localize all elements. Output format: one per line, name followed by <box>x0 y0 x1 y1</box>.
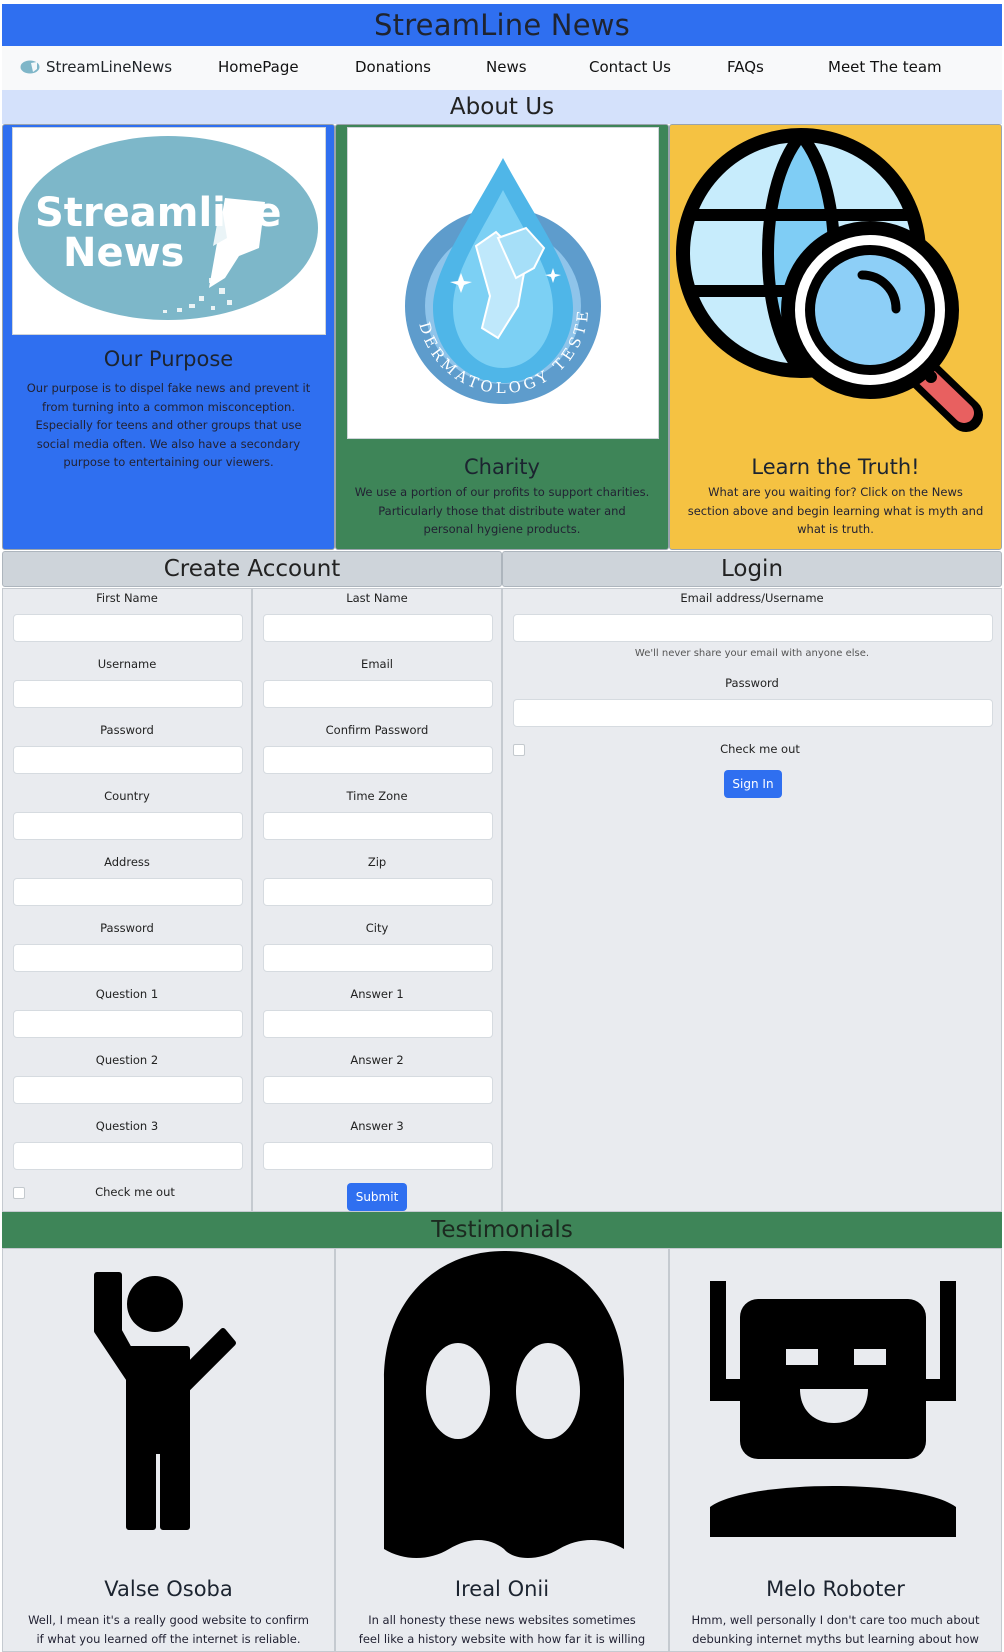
answer-1-label: Answer 1 <box>350 987 404 1001</box>
site-banner: StreamLine News <box>2 4 1002 46</box>
about-card-truth: Learn the Truth! What are you waiting fo… <box>669 124 1002 550</box>
truth-title: Learn the Truth! <box>751 455 920 479</box>
testimonial-card-2: Ireal Onii In all honesty these news web… <box>335 1248 669 1652</box>
site-title: StreamLine News <box>374 8 630 42</box>
last-name-label: Last Name <box>346 591 408 605</box>
nav-link-contact-us[interactable]: Contact Us <box>589 58 671 76</box>
testimonial-3-name: Melo Roboter <box>766 1577 905 1601</box>
charity-text: We use a portion of our profits to suppo… <box>354 485 650 536</box>
email-field[interactable] <box>263 680 493 708</box>
create-account-left-column: First Name Username Password Country Add… <box>2 588 252 1212</box>
question-1-field[interactable] <box>13 1010 243 1038</box>
about-heading: About Us <box>449 94 555 120</box>
zip-field[interactable] <box>263 878 493 906</box>
login-checkbox-label: Check me out <box>720 742 800 756</box>
time-zone-field[interactable] <box>263 812 493 840</box>
question-3-label: Question 3 <box>95 1119 159 1133</box>
submit-button[interactable]: Submit <box>347 1183 407 1211</box>
question-3-field[interactable] <box>13 1142 243 1170</box>
about-heading-bar: About Us <box>2 90 1002 124</box>
person-waving-icon <box>94 1272 236 1530</box>
first-name-field[interactable] <box>13 614 243 642</box>
email-label: Email <box>361 657 393 671</box>
question-2-field[interactable] <box>13 1076 243 1104</box>
question-2-label: Question 2 <box>95 1053 159 1067</box>
testimonial-3-text: Hmm, well personally I don't care too mu… <box>691 1613 980 1652</box>
testimonials-heading: Testimonials <box>431 1217 573 1243</box>
navbar-brand[interactable]: StreamLineNews <box>20 58 172 76</box>
username-label: Username <box>97 657 157 671</box>
robot-icon <box>710 1281 956 1537</box>
create-account-checkbox-label: Check me out <box>95 1185 175 1199</box>
login-password-label: Password <box>725 676 779 690</box>
about-card-purpose: Streamline News Our Purpose Our purpose … <box>2 124 335 550</box>
confirm-password-label: Confirm Password <box>325 723 429 737</box>
charity-title: Charity <box>464 455 540 479</box>
address-label: Address <box>104 855 150 869</box>
username-field[interactable] <box>13 680 243 708</box>
create-account-heading-bar: Create Account <box>2 551 502 587</box>
sign-in-button[interactable]: Sign In <box>724 770 782 798</box>
address-field[interactable] <box>13 878 243 906</box>
country-field[interactable] <box>13 812 243 840</box>
purpose-text: Our purpose is to dispel fake news and p… <box>26 381 311 469</box>
answer-2-label: Answer 2 <box>350 1053 404 1067</box>
city-field[interactable] <box>263 944 493 972</box>
create-account-heading: Create Account <box>163 556 341 582</box>
navbar: StreamLineNews HomePage Donations News C… <box>2 46 1002 90</box>
login-email-field[interactable] <box>513 614 993 642</box>
nav-link-meet-the-team[interactable]: Meet The team <box>828 58 942 76</box>
testimonial-card-1: Valse Osoba Well, I mean it's a really g… <box>2 1248 335 1652</box>
city-label: City <box>365 921 389 935</box>
answer-2-field[interactable] <box>263 1076 493 1104</box>
testimonial-1-text: Well, I mean it's a really good website … <box>28 1613 309 1646</box>
password-2-field[interactable] <box>13 944 243 972</box>
charity-image: DERMATOLOGY TESTED <box>340 125 659 439</box>
streamline-logo-icon: Streamline News <box>18 136 318 320</box>
ghost-icon <box>384 1251 624 1558</box>
page: StreamLine News StreamLineNews HomePage … <box>0 0 1004 1652</box>
login-heading: Login <box>720 556 784 582</box>
purpose-title: Our Purpose <box>103 347 234 371</box>
login-email-help: We'll never share your email with anyone… <box>634 648 870 659</box>
create-account-right-column: Last Name Email Confirm Password Time Zo… <box>252 588 502 1212</box>
login-column: Email address/Username We'll never share… <box>502 588 1002 1212</box>
time-zone-label: Time Zone <box>346 789 408 803</box>
country-label: Country <box>104 789 150 803</box>
confirm-password-field[interactable] <box>263 746 493 774</box>
nav-link-faqs[interactable]: FAQs <box>727 58 764 76</box>
navbar-brand-label: StreamLineNews <box>46 58 173 76</box>
about-card-charity: DERMATOLOGY TESTED Charity We use a port… <box>335 124 669 550</box>
zip-label: Zip <box>367 855 387 869</box>
testimonials-heading-bar: Testimonials <box>2 1212 1002 1248</box>
globe-magnifier-icon <box>676 128 983 432</box>
nav-link-news[interactable]: News <box>486 58 527 76</box>
login-password-field[interactable] <box>513 699 993 727</box>
testimonial-card-3: Melo Roboter Hmm, well personally I don'… <box>669 1248 1002 1652</box>
question-1-label: Question 1 <box>95 987 159 1001</box>
answer-1-field[interactable] <box>263 1010 493 1038</box>
water-drop-icon: DERMATOLOGY TESTED <box>340 125 601 404</box>
password-label: Password <box>100 723 154 737</box>
first-name-label: First Name <box>96 591 158 605</box>
answer-3-field[interactable] <box>263 1142 493 1170</box>
password-2-label: Password <box>100 921 154 935</box>
password-field[interactable] <box>13 746 243 774</box>
login-email-label: Email address/Username <box>680 591 824 605</box>
testimonial-2-name: Ireal Onii <box>454 1577 550 1601</box>
last-name-field[interactable] <box>263 614 493 642</box>
logo-line-2: News <box>63 230 184 276</box>
nav-link-donations[interactable]: Donations <box>355 58 431 76</box>
login-heading-bar: Login <box>502 551 1002 587</box>
nav-link-homepage[interactable]: HomePage <box>218 58 299 76</box>
testimonial-1-name: Valse Osoba <box>104 1577 233 1601</box>
truth-text: What are you waiting for? Click on the N… <box>687 485 984 536</box>
answer-3-label: Answer 3 <box>350 1119 404 1133</box>
testimonial-2-text: In all honesty these news websites somet… <box>358 1613 646 1652</box>
brand-logo-icon <box>20 60 40 74</box>
purpose-image: Streamline News <box>12 127 326 335</box>
